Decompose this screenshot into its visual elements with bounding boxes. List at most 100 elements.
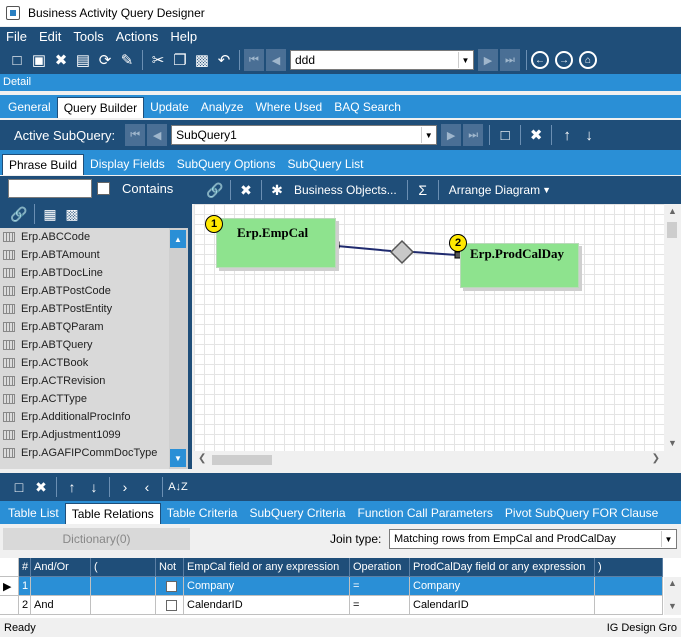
scroll-down-icon[interactable]: ▼ <box>668 601 677 611</box>
new-icon[interactable]: □ <box>6 49 28 71</box>
subquery-combo[interactable]: SubQuery1 ▼ <box>171 125 438 145</box>
contains-checkbox[interactable] <box>97 182 110 195</box>
link-icon[interactable]: 🔗 <box>8 206 30 223</box>
back-icon[interactable]: ← <box>531 51 549 69</box>
refresh-icon[interactable]: ⟳ <box>94 49 116 71</box>
list-item[interactable]: Erp.ABTQuery <box>0 336 188 354</box>
sigma-icon[interactable]: Σ <box>412 182 434 198</box>
cell-right-field[interactable]: CalendarID <box>410 596 595 615</box>
col-header-num[interactable]: # <box>19 558 31 577</box>
cell-left-field[interactable]: Company <box>184 577 350 596</box>
table-search-input[interactable] <box>8 179 92 198</box>
chevron-down-icon[interactable]: ▼ <box>661 531 675 547</box>
menu-help[interactable]: Help <box>170 29 197 44</box>
table-row[interactable]: 2 And CalendarID = CalendarID <box>0 596 681 615</box>
tab-update[interactable]: Update <box>144 97 195 118</box>
col-header-left-field[interactable]: EmpCal field or any expression <box>184 558 350 577</box>
tab-function-call-parameters[interactable]: Function Call Parameters <box>352 503 499 524</box>
move-down-icon[interactable]: ↓ <box>83 479 105 495</box>
business-objects-icon[interactable]: ✱ <box>266 182 288 199</box>
cell-close-paren[interactable] <box>595 577 663 596</box>
col-header-andor[interactable]: And/Or <box>31 558 91 577</box>
sort-az-icon[interactable]: A↓Z <box>167 481 189 493</box>
list-item[interactable]: Erp.ABTQParam <box>0 318 188 336</box>
scroll-thumb[interactable] <box>667 222 677 238</box>
chevron-down-icon[interactable]: ▼ <box>542 185 551 195</box>
scroll-thumb[interactable] <box>212 455 272 465</box>
tab-subquery-criteria[interactable]: SubQuery Criteria <box>243 503 351 524</box>
tab-subquery-list[interactable]: SubQuery List <box>281 154 369 175</box>
next-record-button[interactable]: ▶ <box>478 49 498 71</box>
menu-edit[interactable]: Edit <box>39 29 61 44</box>
clear-icon[interactable]: ✎ <box>116 49 138 71</box>
list-item[interactable]: Erp.ABTPostEntity <box>0 300 188 318</box>
last-record-button[interactable]: ⏭ <box>500 49 520 71</box>
scroll-up-icon[interactable]: ▲ <box>668 206 677 216</box>
col-header-operation[interactable]: Operation <box>350 558 410 577</box>
scroll-down-icon[interactable]: ▼ <box>170 449 186 467</box>
link-icon[interactable]: 🔗 <box>204 182 226 199</box>
delete-icon[interactable]: ✖ <box>50 49 72 71</box>
cell-open-paren[interactable] <box>91 596 156 615</box>
scroll-up-icon[interactable]: ▲ <box>668 578 677 588</box>
menu-file[interactable]: File <box>6 29 27 44</box>
menu-tools[interactable]: Tools <box>73 29 103 44</box>
move-left-icon[interactable]: ‹ <box>136 479 158 495</box>
join-type-combo[interactable]: Matching rows from EmpCal and ProdCalDay… <box>389 529 677 549</box>
row-selector[interactable] <box>0 596 19 615</box>
home-icon[interactable]: ⌂ <box>579 51 597 69</box>
cell-left-field[interactable]: CalendarID <box>184 596 350 615</box>
tab-table-relations[interactable]: Table Relations <box>64 503 161 524</box>
cell-open-paren[interactable] <box>91 577 156 596</box>
dictionary-button[interactable]: Dictionary(0) <box>3 528 190 550</box>
cell-num[interactable]: 1 <box>19 577 31 596</box>
scroll-up-icon[interactable]: ▲ <box>170 230 186 248</box>
col-header-open-paren[interactable]: ( <box>91 558 156 577</box>
not-checkbox[interactable] <box>165 599 177 611</box>
tab-phrase-build[interactable]: Phrase Build <box>2 154 85 175</box>
new-icon[interactable]: □ <box>8 479 30 495</box>
cell-operation[interactable]: = <box>350 577 410 596</box>
list-item[interactable]: Erp.AdditionalProcInfo <box>0 408 188 426</box>
col-header-close-paren[interactable]: ) <box>595 558 663 577</box>
list-item[interactable]: Erp.ACTBook <box>0 354 188 372</box>
prev-subquery-button[interactable]: ◀ <box>147 124 168 146</box>
query-id-combo[interactable]: ddd ▼ <box>290 50 474 70</box>
menu-actions[interactable]: Actions <box>116 29 159 44</box>
save-icon[interactable]: ▣ <box>28 49 50 71</box>
list-item[interactable]: Erp.ABTAmount <box>0 246 188 264</box>
first-record-button[interactable]: ⏮ <box>244 49 264 71</box>
move-down-icon[interactable]: ↓ <box>578 124 600 146</box>
scroll-down-icon[interactable]: ▼ <box>668 438 677 448</box>
not-checkbox[interactable] <box>165 580 177 592</box>
list-item[interactable]: Erp.ABTDocLine <box>0 264 188 282</box>
list-item[interactable]: Erp.Adjustment1099 <box>0 426 188 444</box>
grid-icon[interactable]: ▦ <box>39 206 61 223</box>
cell-andor[interactable] <box>31 577 91 596</box>
cell-close-paren[interactable] <box>595 596 663 615</box>
delete-icon[interactable]: ✖ <box>30 479 52 496</box>
next-subquery-button[interactable]: ▶ <box>441 124 462 146</box>
list-item[interactable]: Erp.ABCCode <box>0 228 188 246</box>
paste-icon[interactable]: ▩ <box>191 49 213 71</box>
chevron-down-icon[interactable]: ▼ <box>421 127 436 143</box>
arrange-diagram-button[interactable]: Arrange Diagram <box>449 183 540 197</box>
tab-display-fields[interactable]: Display Fields <box>84 154 171 175</box>
table-row[interactable]: ▶ 1 Company = Company <box>0 577 681 596</box>
first-subquery-button[interactable]: ⏮ <box>125 124 146 146</box>
row-pointer-icon[interactable]: ▶ <box>0 577 19 596</box>
business-objects-button[interactable]: Business Objects... <box>294 183 397 197</box>
table-node-empcal[interactable]: Erp.EmpCal <box>216 218 336 268</box>
scroll-right-icon[interactable]: ❯ <box>652 453 660 464</box>
cell-andor[interactable]: And <box>31 596 91 615</box>
cell-num[interactable]: 2 <box>19 596 31 615</box>
list-item[interactable]: Erp.ABTPostCode <box>0 282 188 300</box>
diagram-vscrollbar[interactable]: ▲ ▼ <box>664 204 681 469</box>
tab-table-list[interactable]: Table List <box>2 503 65 524</box>
tab-table-criteria[interactable]: Table Criteria <box>161 503 244 524</box>
tab-subquery-options[interactable]: SubQuery Options <box>171 154 282 175</box>
move-up-icon[interactable]: ↑ <box>556 124 578 146</box>
col-header-right-field[interactable]: ProdCalDay field or any expression <box>410 558 595 577</box>
copy-icon[interactable]: ❐ <box>169 49 191 71</box>
list-item[interactable]: Erp.ACTRevision <box>0 372 188 390</box>
